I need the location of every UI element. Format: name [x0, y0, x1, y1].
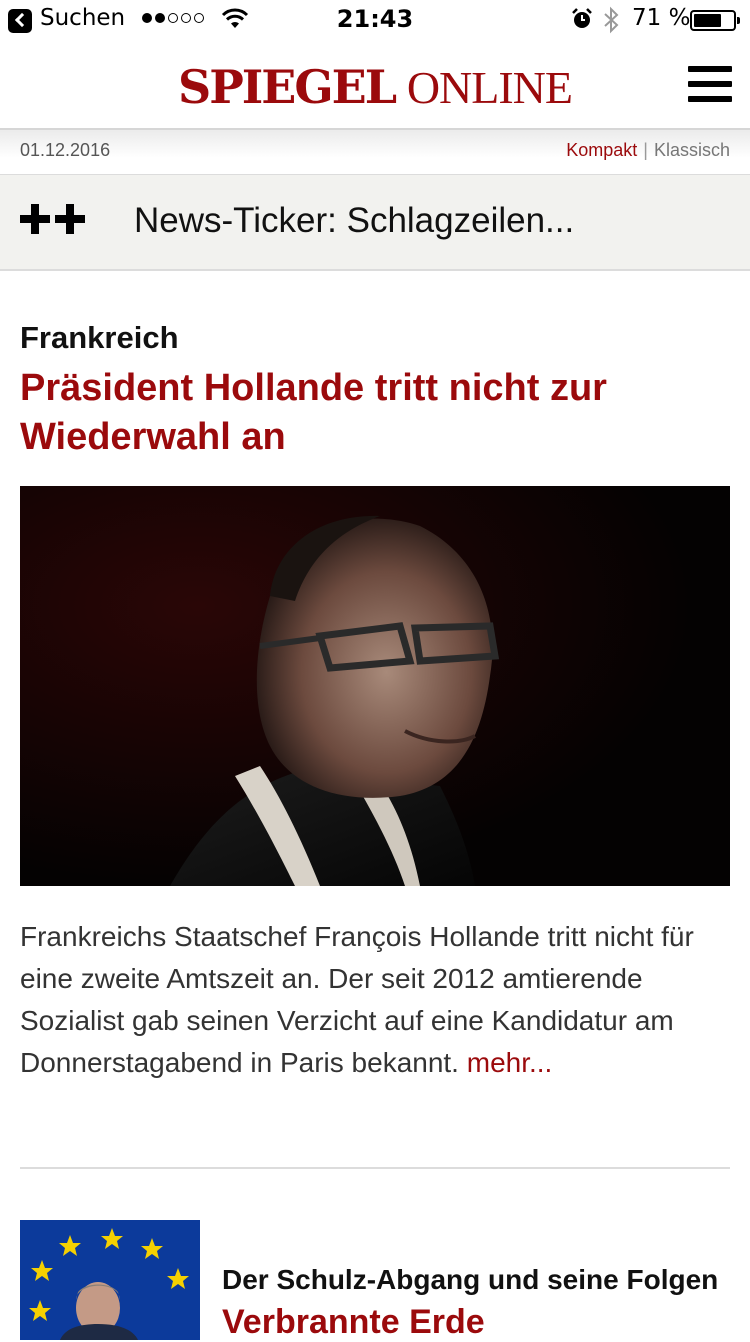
date-bar: 01.12.2016 Kompakt | Klassisch	[0, 130, 750, 175]
hamburger-menu-icon[interactable]	[688, 66, 732, 102]
site-header: SPIEGEL ONLINE	[0, 40, 750, 130]
article-headline[interactable]: Präsident Hollande tritt nicht zur Wiede…	[20, 364, 720, 462]
article-teaser-text: Frankreichs Staatschef François Hollande…	[20, 921, 694, 1078]
view-kompakt-link[interactable]: Kompakt	[566, 140, 637, 160]
bluetooth-icon	[604, 6, 619, 34]
article-headline[interactable]: Verbrannte Erde	[222, 1303, 485, 1342]
article-teaser: Frankreichs Staatschef François Hollande…	[20, 916, 732, 1084]
article-thumbnail[interactable]	[20, 1220, 200, 1340]
spiegel-online-logo[interactable]: SPIEGEL ONLINE	[0, 60, 750, 114]
view-separator: |	[643, 140, 648, 160]
view-klassisch-link[interactable]: Klassisch	[654, 140, 730, 160]
portrait-photo	[20, 486, 730, 886]
article-kicker[interactable]: Frankreich	[20, 320, 179, 356]
logo-spiegel: SPIEGEL	[177, 60, 397, 114]
plus-plus-icon	[20, 204, 85, 234]
news-ticker-label: News-Ticker: Schlagzeilen...	[134, 201, 575, 240]
read-more-link[interactable]: mehr...	[467, 1047, 553, 1078]
alarm-clock-icon	[572, 8, 592, 28]
divider	[20, 1167, 730, 1169]
current-date: 01.12.2016	[20, 140, 111, 160]
article-hero-image[interactable]	[20, 486, 730, 886]
battery-icon	[690, 10, 740, 31]
battery-percentage: 71 %	[632, 5, 691, 31]
eu-flag-portrait-photo	[20, 1220, 200, 1340]
logo-online: ONLINE	[406, 62, 573, 113]
status-bar: Suchen 21:43 71 %	[0, 0, 750, 40]
view-switch: Kompakt | Klassisch	[566, 140, 730, 161]
article-kicker[interactable]: Der Schulz-Abgang und seine Folgen	[222, 1264, 718, 1296]
news-ticker-bar[interactable]: News-Ticker: Schlagzeilen...	[0, 175, 750, 271]
